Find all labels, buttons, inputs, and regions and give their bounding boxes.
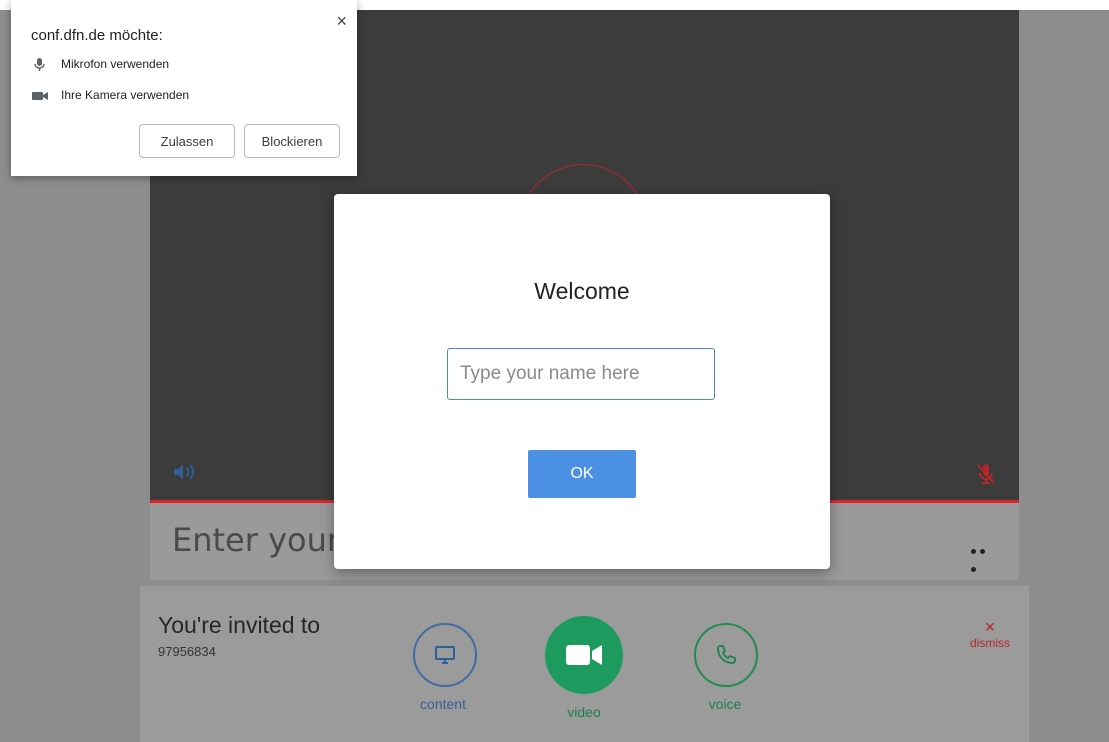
- permission-label-microphone: Mikrofon verwenden: [61, 57, 170, 71]
- phone-icon: [717, 645, 736, 664]
- permission-popup: conf.dfn.de möchte: × Mikrofon verwenden…: [11, 0, 357, 176]
- permission-title: conf.dfn.de möchte:: [31, 27, 163, 44]
- speaker-icon[interactable]: [172, 462, 196, 482]
- dismiss-label: dismiss: [969, 636, 1010, 650]
- allow-button[interactable]: Zulassen: [139, 124, 235, 158]
- ok-button[interactable]: OK: [528, 450, 636, 498]
- dismiss-button[interactable]: × dismiss: [960, 618, 1020, 650]
- join-video-button[interactable]: [545, 616, 623, 694]
- voice-label: voice: [708, 696, 742, 712]
- join-content-button[interactable]: [413, 623, 477, 687]
- more-options-icon[interactable]: [971, 541, 997, 572]
- conference-number: 97956834: [158, 644, 216, 659]
- close-icon: ×: [984, 617, 996, 637]
- block-button[interactable]: Blockieren: [244, 124, 340, 158]
- video-label: video: [567, 704, 601, 720]
- welcome-title: Welcome: [534, 278, 630, 304]
- video-camera-icon: [566, 645, 602, 665]
- invite-title: You're invited to: [158, 612, 321, 638]
- permission-item-microphone: Mikrofon verwenden: [31, 57, 169, 72]
- microphone-icon: [34, 57, 45, 71]
- permission-item-camera: Ihre Kamera verwenden: [31, 88, 189, 103]
- name-input[interactable]: [447, 348, 715, 400]
- close-icon[interactable]: ×: [336, 12, 347, 30]
- content-label: content: [420, 696, 466, 712]
- invitation-panel: You're invited to 97956834 content video…: [140, 586, 1029, 742]
- mic-muted-icon[interactable]: [975, 462, 997, 486]
- permission-label-camera: Ihre Kamera verwenden: [61, 88, 190, 102]
- monitor-icon: [435, 646, 455, 664]
- join-voice-button[interactable]: [694, 623, 758, 687]
- camera-icon: [32, 91, 48, 100]
- welcome-dialog: Welcome OK: [334, 194, 830, 569]
